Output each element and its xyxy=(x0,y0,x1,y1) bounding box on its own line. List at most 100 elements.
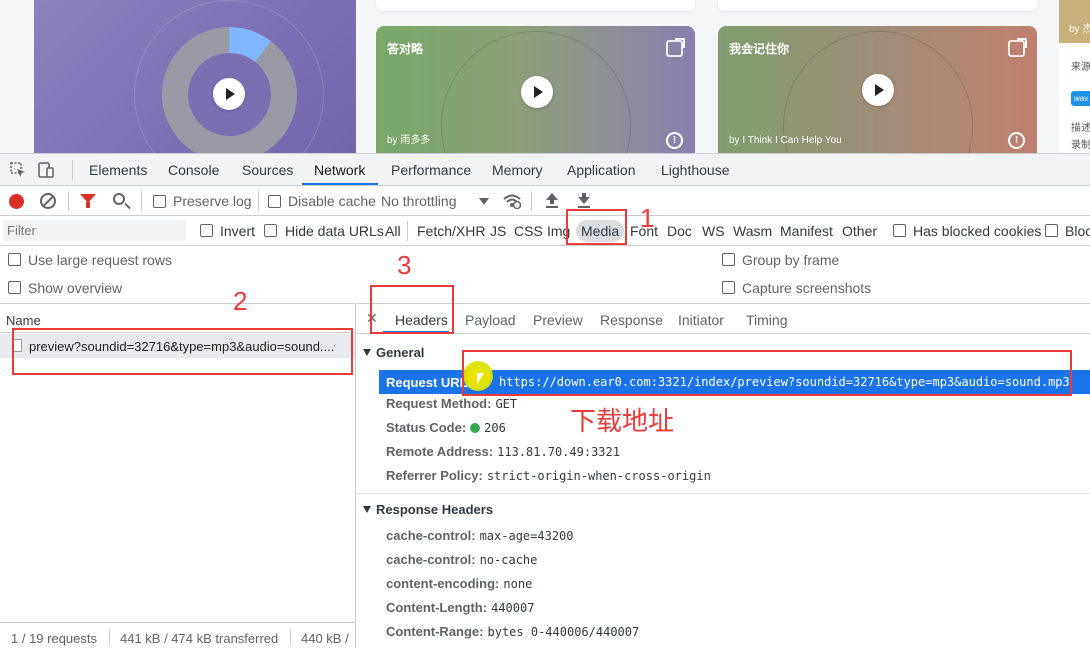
column-header-label: Name xyxy=(6,313,41,328)
triangle-down-icon xyxy=(363,506,371,513)
tab-performance[interactable]: Performance xyxy=(391,162,471,178)
show-overview-checkbox[interactable] xyxy=(8,281,21,294)
sound-card-1[interactable] xyxy=(34,0,356,153)
tab-lighthouse[interactable]: Lighthouse xyxy=(661,162,730,178)
throttling-select[interactable]: No throttling xyxy=(381,193,456,209)
network-toolbar: Preserve log Disable cache No throttling xyxy=(0,186,1090,216)
filter-input[interactable] xyxy=(3,220,186,241)
response-header-row: Content-Length: 440007 xyxy=(386,600,534,615)
annotation-number-2: 2 xyxy=(233,286,248,316)
side-banner: by 杰 xyxy=(1059,0,1090,43)
import-har-icon[interactable] xyxy=(545,192,559,208)
header-value: bytes 0-440006/440007 xyxy=(487,625,640,639)
large-rows-checkbox[interactable] xyxy=(8,253,21,266)
has-blocked-cookies-label: Has blocked cookies xyxy=(913,223,1042,239)
header-value: no-cache xyxy=(479,553,538,567)
divider xyxy=(531,191,532,211)
header-key: content-encoding: xyxy=(386,576,500,591)
general-section-toggle[interactable]: General xyxy=(363,345,424,360)
play-icon[interactable] xyxy=(862,74,894,106)
chevron-down-icon[interactable] xyxy=(479,198,489,205)
play-icon[interactable] xyxy=(213,78,245,110)
response-header-row: cache-control: no-cache xyxy=(386,552,537,567)
header-key: Status Code: xyxy=(386,420,467,435)
card-title: 答对略 xyxy=(387,42,424,56)
capture-screenshots-checkbox[interactable] xyxy=(722,281,735,294)
device-toolbar-icon[interactable] xyxy=(38,162,54,178)
filter-type-all[interactable]: All xyxy=(385,223,401,239)
network-status-bar: 1 / 19 requests 441 kB / 474 kB transfer… xyxy=(0,622,355,648)
divider xyxy=(407,221,408,241)
invert-checkbox[interactable] xyxy=(200,224,213,237)
filter-type-wasm[interactable]: Wasm xyxy=(733,223,772,239)
sound-card-3[interactable]: 我会记住你 by I Think I Can Help You ! xyxy=(718,26,1037,153)
divider xyxy=(68,191,69,211)
info-icon[interactable]: ! xyxy=(666,132,683,149)
card-title: 我会记住你 xyxy=(729,42,790,56)
tab-payload[interactable]: Payload xyxy=(465,312,516,328)
tab-sources[interactable]: Sources xyxy=(242,162,293,178)
tab-network[interactable]: Network xyxy=(314,162,365,178)
tab-timing[interactable]: Timing xyxy=(746,312,788,328)
sound-card-2[interactable]: 答对略 by 雨多多 ! xyxy=(376,26,695,153)
tab-preview[interactable]: Preview xyxy=(533,312,583,328)
tab-memory[interactable]: Memory xyxy=(492,162,543,178)
tab-initiator[interactable]: Initiator xyxy=(678,312,724,328)
share-icon[interactable] xyxy=(666,38,685,57)
tab-elements[interactable]: Elements xyxy=(89,162,147,178)
filter-type-ws[interactable]: WS xyxy=(702,223,725,239)
search-icon[interactable] xyxy=(113,193,125,205)
record-icon[interactable] xyxy=(9,194,24,209)
divider xyxy=(72,160,73,180)
active-tab-indicator xyxy=(302,183,378,185)
info-icon[interactable]: ! xyxy=(1008,132,1025,149)
has-blocked-cookies-checkbox[interactable] xyxy=(893,224,906,237)
large-rows-label: Use large request rows xyxy=(28,252,172,268)
tab-console[interactable]: Console xyxy=(168,162,219,178)
annotation-number-3: 3 xyxy=(397,250,412,280)
annotation-download-label: 下载地址 xyxy=(570,407,675,437)
play-icon[interactable] xyxy=(521,76,553,108)
hide-data-urls-checkbox[interactable] xyxy=(264,224,277,237)
filter-type-js[interactable]: JS xyxy=(490,223,506,239)
header-key: cache-control: xyxy=(386,528,476,543)
tab-application[interactable]: Application xyxy=(567,162,636,178)
filter-type-other[interactable]: Other xyxy=(842,223,877,239)
side-label: 来源 xyxy=(1071,62,1090,73)
options-row: Show overview Capture screenshots xyxy=(0,274,1090,302)
side-label: 描述 xyxy=(1071,123,1090,134)
invert-label: Invert xyxy=(220,223,256,239)
header-value: GET xyxy=(495,397,518,411)
section-title: Response Headers xyxy=(376,502,494,517)
export-har-icon[interactable] xyxy=(577,192,591,208)
preserve-log-checkbox[interactable] xyxy=(153,195,166,208)
filter-type-fetch-xhr[interactable]: Fetch/XHR xyxy=(417,223,485,239)
referrer-policy-row: Referrer Policy: strict-origin-when-cross… xyxy=(386,468,711,483)
filter-type-manifest[interactable]: Manifest xyxy=(780,223,833,239)
group-by-frame-checkbox[interactable] xyxy=(722,253,735,266)
header-value: max-age=43200 xyxy=(479,529,574,543)
inspect-element-icon[interactable] xyxy=(10,162,26,178)
annotation-box-request xyxy=(12,328,353,375)
blocked-requests-checkbox[interactable] xyxy=(1045,224,1058,237)
request-count: 1 / 19 requests xyxy=(11,631,97,646)
card-author: by 雨多多 xyxy=(387,135,431,146)
filter-type-doc[interactable]: Doc xyxy=(667,223,692,239)
disable-cache-checkbox[interactable] xyxy=(268,195,281,208)
network-conditions-icon[interactable] xyxy=(503,192,521,210)
capture-screenshots-label: Capture screenshots xyxy=(742,280,872,296)
section-title: General xyxy=(376,345,425,360)
tab-response[interactable]: Response xyxy=(600,312,663,328)
transferred-size: 441 kB / 474 kB transferred xyxy=(120,631,279,646)
devtools-tabbar: Elements Console Sources Network Perform… xyxy=(0,154,1090,186)
details-tabbar: ✕ Headers Payload Preview Response Initi… xyxy=(357,304,1090,334)
filter-type-css[interactable]: CSS xyxy=(514,223,543,239)
group-by-frame-label: Group by frame xyxy=(742,252,840,268)
clear-icon[interactable] xyxy=(40,193,56,209)
options-row: Use large request rows Group by frame xyxy=(0,246,1090,274)
response-headers-section-toggle[interactable]: Response Headers xyxy=(363,502,493,517)
response-header-row: cache-control: max-age=43200 xyxy=(386,528,574,543)
share-icon[interactable] xyxy=(1008,38,1027,57)
divider xyxy=(141,191,142,211)
filter-icon[interactable] xyxy=(80,194,96,208)
